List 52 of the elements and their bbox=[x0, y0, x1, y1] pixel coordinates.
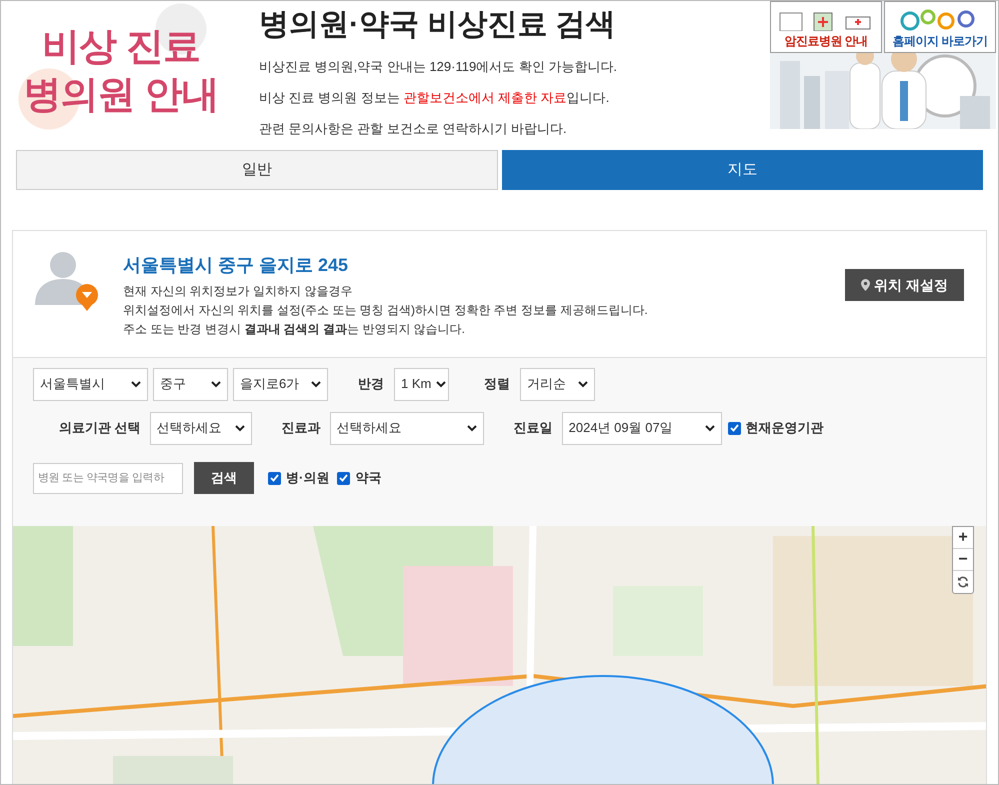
logo-text: 병의원 안내 bbox=[24, 73, 218, 118]
notice-text: 관련 문의사항은 관할 보건소로 연락하시기 바랍니다. bbox=[259, 120, 568, 138]
info-text: 위치설정에서 자신의 위치를 설정(주소 또는 명칭 검색)하시면 정확한 주변 정보를 제공해드립니다. bbox=[123, 302, 649, 319]
dropdown[interactable]: 거리순 bbox=[520, 368, 595, 400]
chevron-icon bbox=[704, 424, 715, 432]
field-label: 반경 bbox=[358, 375, 384, 394]
notice-text: 비상진료 병의원,약국 안내는 129·119에서도 확인 가능합니다. bbox=[259, 58, 618, 76]
dropdown[interactable]: 중구 bbox=[153, 368, 228, 400]
chevron-icon bbox=[211, 380, 221, 388]
logo-text: 비상 진료 bbox=[42, 25, 200, 70]
checkbox[interactable] bbox=[337, 472, 350, 484]
dropdown[interactable]: 서울특별시 bbox=[33, 368, 148, 400]
dropdown[interactable]: 선택하세요 bbox=[330, 412, 484, 444]
chevron-icon bbox=[578, 380, 588, 388]
refresh-icon bbox=[957, 576, 969, 588]
search-field[interactable]: 병원 또는 약국명을 입력하 bbox=[33, 462, 183, 494]
dropdown[interactable]: 2024년 09월 07일 bbox=[562, 412, 722, 444]
chevron-icon bbox=[131, 380, 141, 388]
field-label: 진료일 bbox=[514, 419, 553, 438]
checkbox[interactable] bbox=[728, 422, 741, 434]
checkbox[interactable] bbox=[268, 472, 281, 484]
field-label: 현재운영기관 bbox=[746, 419, 824, 438]
chevron-icon bbox=[311, 380, 321, 388]
chevron-icon bbox=[466, 424, 477, 432]
chevron-icon bbox=[234, 424, 245, 432]
chevron-icon bbox=[436, 380, 446, 388]
zoom-button[interactable]: + bbox=[953, 527, 973, 549]
banner-link[interactable]: 암진료병원 안내 bbox=[770, 1, 882, 53]
pin-icon bbox=[861, 279, 870, 291]
field-label: 진료과 bbox=[282, 419, 321, 438]
zoom-button[interactable]: − bbox=[953, 549, 973, 571]
info-text: 현재 자신의 위치정보가 일치하지 않을경우 bbox=[123, 283, 354, 300]
user-location-icon bbox=[33, 251, 99, 311]
field-label: 의료기관 선택 bbox=[59, 419, 141, 438]
field-label: 약국 bbox=[355, 469, 382, 488]
check-icon bbox=[339, 474, 348, 482]
reset-location-button[interactable]: 위치 재설정 bbox=[845, 269, 964, 301]
search-button[interactable]: 검색 bbox=[194, 462, 254, 494]
page-title: 병의원·약국 비상진료 검색 bbox=[259, 7, 617, 43]
field-label: 정렬 bbox=[484, 375, 510, 394]
field-label: 병·의원 bbox=[286, 469, 330, 488]
info-text: 주소 또는 반경 변경시 결과내 검색의 결과는 반영되지 않습니다. bbox=[123, 321, 466, 338]
tab[interactable]: 일반 bbox=[16, 150, 498, 190]
check-icon bbox=[730, 424, 739, 432]
check-icon bbox=[270, 474, 279, 482]
dropdown[interactable]: 을지로6가 bbox=[233, 368, 328, 400]
dropdown[interactable]: 선택하세요 bbox=[150, 412, 252, 444]
banner-link[interactable]: 홈페이지 바로가기 bbox=[884, 1, 996, 53]
notice-text: 비상 진료 병의원 정보는 관할보건소에서 제출한 자료입니다. bbox=[259, 89, 610, 107]
dropdown[interactable]: 1 Km bbox=[394, 368, 449, 400]
tab[interactable]: 지도 bbox=[502, 150, 983, 190]
address-text: 서울특별시 중구 을지로 245 bbox=[123, 254, 350, 277]
